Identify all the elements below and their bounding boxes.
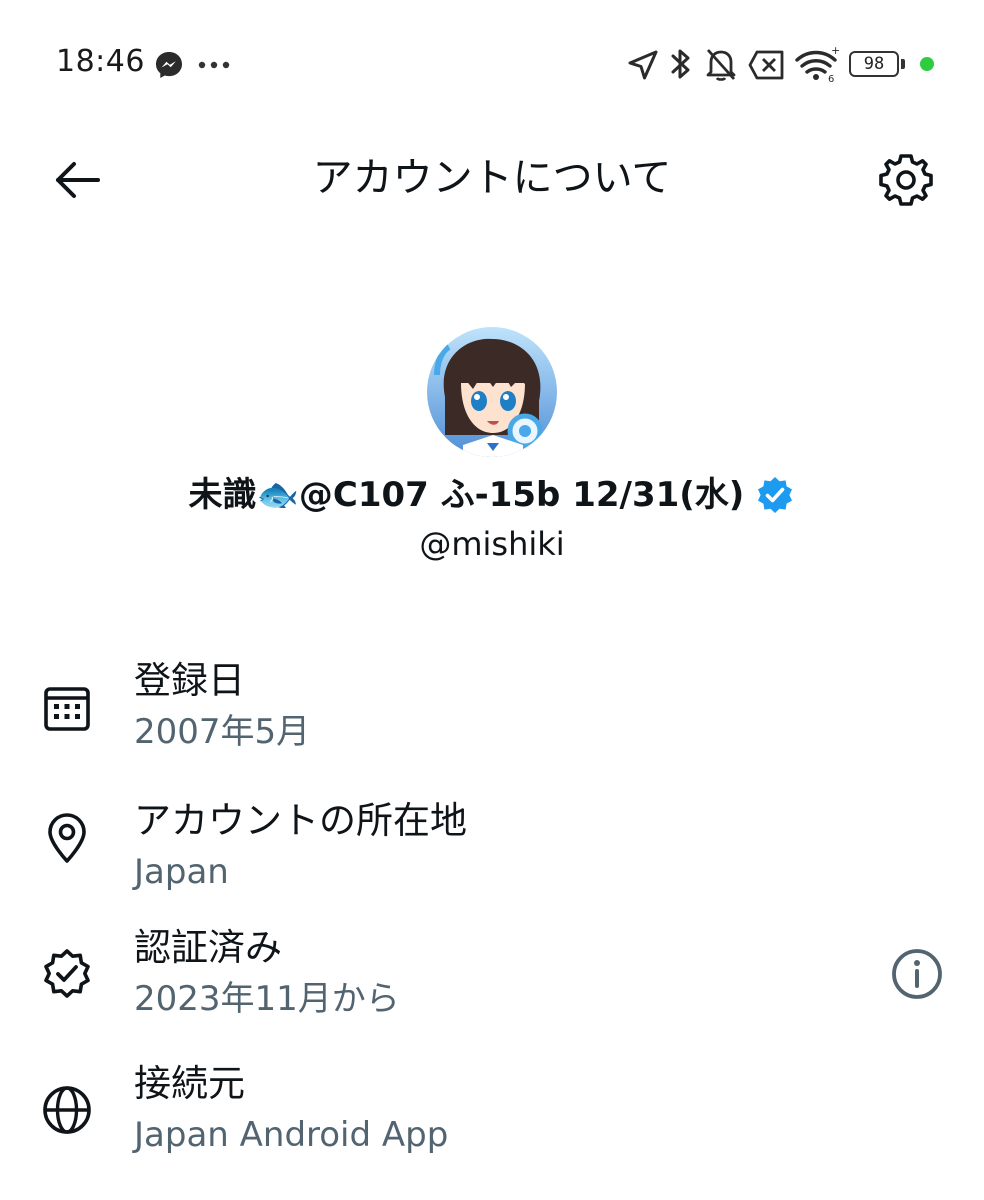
info-icon (892, 949, 942, 999)
info-row-label: 認証済み (134, 926, 282, 969)
app-header: アカウントについて (0, 130, 984, 230)
info-row-connected-via: 接続元 Japan Android App (0, 1058, 984, 1178)
no-sim-icon (748, 50, 784, 80)
battery-icon: 98 (849, 51, 899, 77)
location-pin-icon (48, 813, 86, 863)
display-name-row: 未識🐟@C107 ふ-15b 12/31(水) (0, 467, 984, 523)
globe-icon (43, 1086, 91, 1134)
info-row-value: 2023年11月から (134, 979, 400, 1019)
user-handle: @mishiki (419, 525, 565, 563)
gear-icon (879, 154, 933, 206)
svg-text:6: 6 (828, 74, 834, 84)
battery-tip (901, 59, 905, 69)
verified-badge-icon (44, 949, 90, 998)
bell-off-icon (706, 49, 736, 81)
wifi-icon: + 6 (795, 44, 840, 84)
calendar-icon (44, 687, 90, 731)
info-row-account-location: アカウントの所在地 Japan (0, 795, 984, 915)
info-row-label: 登録日 (134, 659, 245, 702)
location-icon (628, 50, 658, 80)
info-row-verified: 認証済み 2023年11月から (0, 922, 984, 1042)
info-row-join-date: 登録日 2007年5月 (0, 655, 984, 775)
avatar-illustration (427, 327, 557, 457)
page-title: アカウントについて (312, 155, 672, 201)
info-row-value: 2007年5月 (134, 712, 311, 752)
verified-badge-icon[interactable] (755, 475, 795, 515)
avatar[interactable] (427, 327, 557, 457)
privacy-indicator-dot (920, 57, 934, 71)
info-row-value: Japan Android App (134, 1115, 449, 1155)
settings-button[interactable] (876, 150, 936, 210)
svg-text:+: + (831, 44, 840, 57)
verification-info-button[interactable] (886, 943, 948, 1005)
info-row-label: アカウントの所在地 (134, 799, 467, 842)
status-bar: 18:46 + 6 98 (0, 0, 984, 130)
more-dots-icon (198, 61, 230, 69)
messenger-icon (156, 52, 182, 78)
display-name: 未識🐟@C107 ふ-15b 12/31(水) (188, 475, 745, 515)
info-row-label: 接続元 (134, 1062, 245, 1105)
bluetooth-icon (671, 49, 690, 79)
status-time: 18:46 (56, 44, 145, 79)
info-row-value: Japan (134, 852, 229, 892)
